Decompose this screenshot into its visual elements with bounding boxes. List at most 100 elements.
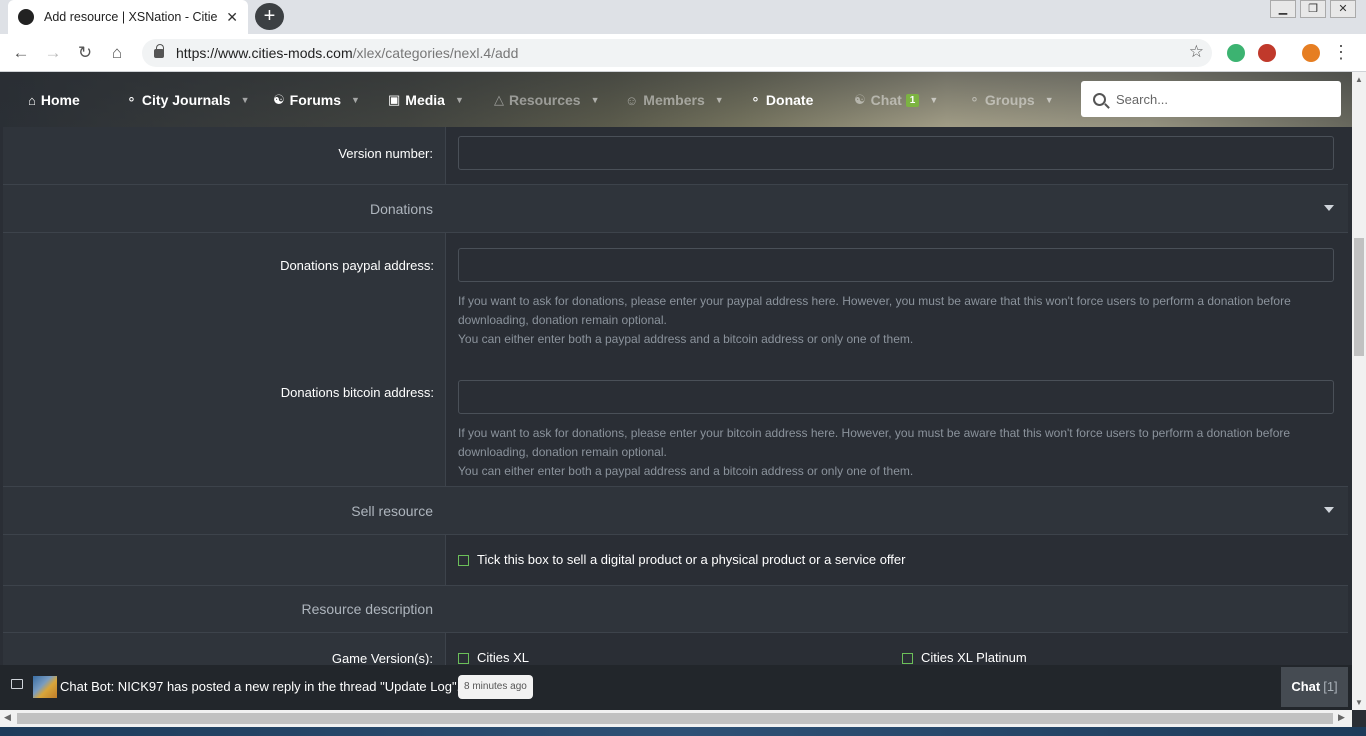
chat-count-badge: 1 bbox=[905, 93, 920, 107]
browser-menu-icon[interactable]: ⋮ bbox=[1332, 42, 1350, 63]
reload-icon[interactable]: ↻ bbox=[72, 40, 98, 66]
tab-close-icon[interactable]: ✕ bbox=[226, 9, 238, 26]
restore-button[interactable]: ❐ bbox=[1300, 0, 1326, 18]
game-version-label: Game Version(s): bbox=[3, 633, 446, 665]
version-number-label: Version number: bbox=[3, 127, 446, 184]
nav-members[interactable]: ☺ Members ▼ bbox=[625, 90, 724, 110]
cities-xl-platinum-checkbox[interactable] bbox=[902, 653, 913, 665]
version-number-row: Version number: bbox=[3, 127, 1348, 185]
tag-icon: ⚬ bbox=[126, 92, 137, 107]
close-window-button[interactable]: ✕ bbox=[1330, 0, 1356, 18]
caret-down-icon[interactable]: ▼ bbox=[715, 95, 724, 105]
donations-fields-row: Donations paypal address: Donations bitc… bbox=[3, 233, 1348, 487]
sell-resource-section-title: Sell resource bbox=[351, 503, 433, 519]
search-input[interactable] bbox=[1116, 91, 1316, 107]
vertical-scrollbar[interactable]: ▲ ▼ bbox=[1352, 72, 1366, 710]
caret-down-icon[interactable]: ▼ bbox=[455, 95, 464, 105]
nav-chat-label: Chat bbox=[870, 92, 902, 108]
lock-icon bbox=[154, 43, 164, 58]
resources-icon: △ bbox=[494, 92, 504, 107]
avatar[interactable] bbox=[33, 676, 57, 698]
address-bar[interactable]: https://www.cities-mods.com/xlex/categor… bbox=[142, 39, 1212, 67]
forward-arrow-icon[interactable]: → bbox=[40, 40, 66, 66]
game-version-options: Cities XL Cities XL Platinum bbox=[446, 633, 1348, 665]
paypal-hint: If you want to ask for donations, please… bbox=[458, 292, 1318, 349]
version-number-input[interactable] bbox=[458, 136, 1334, 170]
tag-icon: ⚬ bbox=[969, 92, 980, 107]
new-tab-button[interactable]: + bbox=[255, 3, 284, 30]
horizontal-scrollbar[interactable]: ◀ ▶ bbox=[0, 710, 1352, 727]
nav-city-journals[interactable]: ⚬ City Journals ▼ bbox=[126, 90, 250, 110]
url-text: https://www.cities-mods.com/xlex/categor… bbox=[176, 45, 518, 61]
url-host: https://www.cities-mods.com bbox=[176, 45, 353, 61]
cities-xl-platinum-label[interactable]: Cities XL Platinum bbox=[921, 650, 1027, 665]
paypal-hint-note: You can either enter both a paypal addre… bbox=[458, 332, 914, 346]
comments-icon: ☯ bbox=[854, 92, 866, 107]
browser-tab[interactable]: Add resource | XSNation - Cities ✕ bbox=[8, 0, 248, 34]
bookmark-star-icon[interactable]: ☆ bbox=[1189, 42, 1204, 62]
url-path: /xlex/categories/nexl.4/add bbox=[352, 45, 519, 61]
bitcoin-address-input[interactable] bbox=[458, 380, 1334, 414]
browser-toolbar: ← → ↻ ⌂ https://www.cities-mods.com/xlex… bbox=[0, 34, 1366, 72]
nav-resources-label: Resources bbox=[509, 92, 581, 108]
nav-groups[interactable]: ⚬ Groups ▼ bbox=[969, 90, 1054, 110]
nav-donate[interactable]: ⚬ Donate bbox=[750, 90, 813, 110]
donations-section-title: Donations bbox=[369, 201, 433, 217]
chevron-down-icon[interactable] bbox=[1324, 205, 1334, 211]
nav-home[interactable]: ⌂ Home bbox=[28, 90, 80, 110]
scroll-left-icon[interactable]: ◀ bbox=[4, 712, 11, 723]
nav-donate-label: Donate bbox=[765, 92, 814, 108]
caret-down-icon[interactable]: ▼ bbox=[351, 95, 360, 105]
home-icon[interactable]: ⌂ bbox=[104, 40, 130, 66]
adblock-shield-icon[interactable] bbox=[1227, 44, 1245, 62]
chat-button-count: [1] bbox=[1323, 679, 1338, 694]
paypal-address-input[interactable] bbox=[458, 248, 1334, 282]
minimize-button[interactable]: ▁ bbox=[1270, 0, 1296, 18]
vertical-scroll-thumb[interactable] bbox=[1354, 238, 1364, 356]
nav-resources[interactable]: △ Resources ▼ bbox=[494, 90, 600, 110]
cities-xl-checkbox[interactable] bbox=[458, 653, 469, 665]
chat-notice-text[interactable]: Chat Bot: NICK97 has posted a new reply … bbox=[60, 679, 460, 694]
sell-resource-checkbox-label[interactable]: Tick this box to sell a digital product … bbox=[477, 552, 905, 567]
blocker-extension-icon[interactable] bbox=[1258, 44, 1276, 62]
site-search-box[interactable] bbox=[1081, 81, 1341, 117]
donations-labels: Donations paypal address: Donations bitc… bbox=[3, 233, 446, 486]
bitcoin-address-label: Donations bitcoin address: bbox=[280, 385, 434, 400]
scroll-up-icon[interactable]: ▲ bbox=[1355, 75, 1363, 84]
horizontal-scroll-thumb[interactable] bbox=[17, 713, 1333, 724]
caret-down-icon[interactable]: ▼ bbox=[1045, 95, 1054, 105]
home-icon: ⌂ bbox=[28, 92, 36, 108]
nav-chat[interactable]: ☯ Chat 1 ▼ bbox=[854, 90, 938, 110]
profile-extension-icon[interactable] bbox=[1302, 44, 1320, 62]
chevron-down-icon[interactable] bbox=[1324, 507, 1334, 513]
sell-resource-section-header[interactable]: Sell resource bbox=[3, 487, 1348, 535]
add-resource-form: Version number: Donations Donations payp… bbox=[3, 127, 1348, 665]
caret-down-icon[interactable]: ▼ bbox=[241, 95, 250, 105]
back-arrow-icon[interactable]: ← bbox=[8, 40, 34, 66]
donations-section-header[interactable]: Donations bbox=[3, 185, 1348, 233]
sell-resource-checkbox[interactable] bbox=[458, 555, 469, 567]
site-navigation: ⌂ Home ⚬ City Journals ▼ ☯ Forums ▼ ▣ Me… bbox=[0, 72, 1352, 127]
cities-xl-label[interactable]: Cities XL bbox=[477, 650, 529, 665]
nav-forums[interactable]: ☯ Forums ▼ bbox=[273, 90, 360, 110]
chat-bubble-icon[interactable] bbox=[11, 679, 23, 689]
nav-forums-label: Forums bbox=[289, 92, 341, 108]
tab-title: Add resource | XSNation - Cities bbox=[44, 10, 219, 24]
donations-fields: If you want to ask for donations, please… bbox=[446, 233, 1348, 486]
nav-members-label: Members bbox=[643, 92, 705, 108]
notice-time-badge: 8 minutes ago bbox=[458, 675, 533, 699]
cities-xl-platinum-option[interactable]: Cities XL Platinum bbox=[902, 650, 1027, 665]
sell-resource-field: Tick this box to sell a digital product … bbox=[446, 535, 1348, 585]
game-version-row: Game Version(s): Cities XL Cities XL Pla… bbox=[3, 633, 1348, 665]
sell-resource-row: Tick this box to sell a digital product … bbox=[3, 535, 1348, 586]
scroll-right-icon[interactable]: ▶ bbox=[1338, 712, 1345, 723]
paypal-address-label: Donations paypal address: bbox=[280, 258, 434, 273]
bitcoin-hint-text: If you want to ask for donations, please… bbox=[458, 426, 1291, 459]
chat-button[interactable]: Chat [1] bbox=[1281, 667, 1348, 707]
caret-down-icon[interactable]: ▼ bbox=[591, 95, 600, 105]
comments-icon: ☯ bbox=[273, 92, 285, 107]
bitcoin-hint-note: You can either enter both a paypal addre… bbox=[458, 464, 914, 478]
scroll-down-icon[interactable]: ▼ bbox=[1355, 698, 1363, 707]
caret-down-icon[interactable]: ▼ bbox=[929, 95, 938, 105]
nav-media[interactable]: ▣ Media ▼ bbox=[388, 90, 464, 110]
